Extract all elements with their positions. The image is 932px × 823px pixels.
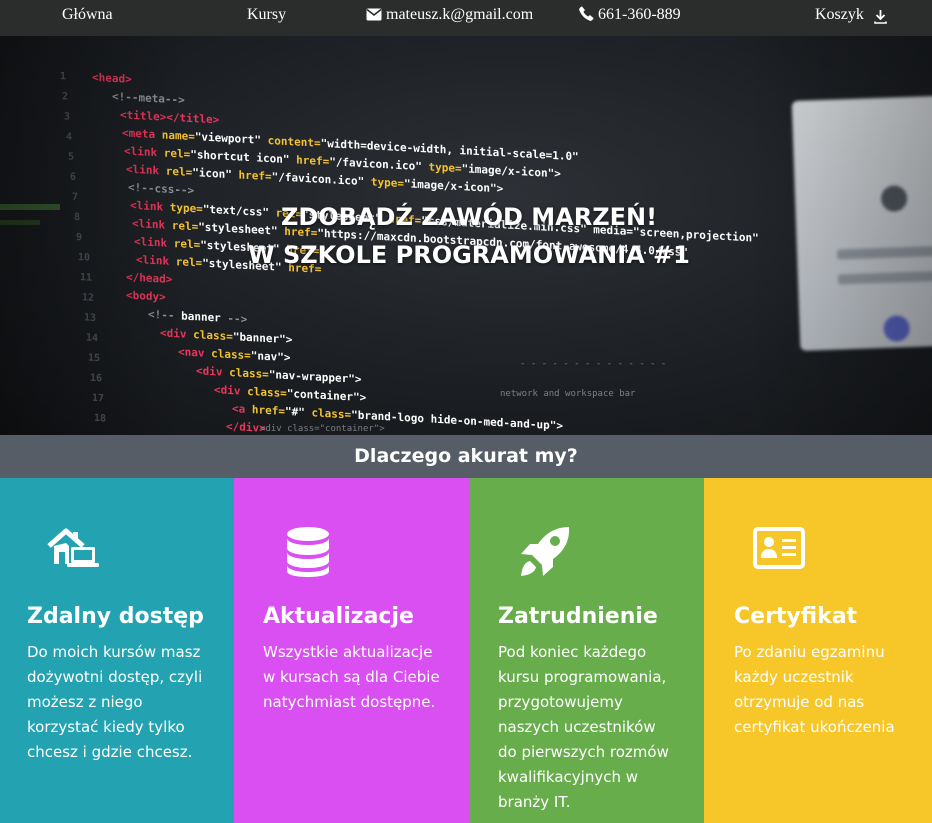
envelope-icon: [366, 8, 382, 21]
hero-title-line2: W SZKOLE PROGRAMOWANIA #1: [248, 241, 690, 269]
feature-description: Do moich kursów masz dożywotni dostęp, c…: [27, 643, 203, 761]
nav-link-phone[interactable]: 661-360-889: [579, 6, 681, 24]
download-icon: [874, 9, 887, 24]
feature-title: Aktualizacje: [263, 604, 414, 629]
feature-card-employment: Zatrudnienie Pod koniec każdego kursu pr…: [469, 478, 704, 823]
feature-description: Pod koniec każdego kursu programowania, …: [498, 643, 669, 811]
nav-link-courses[interactable]: Kursy: [247, 6, 286, 24]
nav-link-home[interactable]: Główna: [62, 6, 113, 24]
feature-title: Zdalny dostęp: [27, 604, 204, 629]
nav-courses-label: Kursy: [247, 6, 287, 23]
why-us-heading-text: Dlaczego akurat my?: [354, 445, 578, 467]
hero-banner: 123 456 789 101112 131415 161718 <head> …: [0, 36, 932, 435]
top-navigation: Główna Kursy mateusz.k@gmail.com 661-360…: [0, 0, 932, 36]
nav-cart-label: Koszyk: [815, 6, 864, 23]
nav-link-email[interactable]: mateusz.k@gmail.com: [366, 6, 533, 24]
feature-card-updates: Aktualizacje Wszystkie aktualizacje w ku…: [234, 478, 469, 823]
why-us-heading: Dlaczego akurat my?: [0, 435, 932, 478]
nav-link-cart[interactable]: Koszyk: [815, 6, 887, 24]
nav-home-label: Główna: [62, 6, 113, 23]
phone-icon: [579, 6, 594, 21]
feature-title: Certyfikat: [734, 604, 858, 629]
feature-description: Po zdaniu egzaminu każdy uczestnik otrzy…: [734, 643, 895, 736]
feature-card-certificate: Certyfikat Po zdaniu egzaminu każdy ucze…: [704, 478, 932, 823]
rocket-icon: [519, 526, 571, 584]
hero-title-line1: ZDOBĄDŹ ZAWÓD MARZEŃ!: [280, 203, 658, 231]
hero-title: ZDOBĄDŹ ZAWÓD MARZEŃ! W SZKOLE PROGRAMOW…: [0, 198, 932, 274]
nav-email-label: mateusz.k@gmail.com: [386, 6, 534, 23]
id-card-icon: [753, 526, 805, 574]
feature-card-remote-access: Zdalny dostęp Do moich kursów masz dożyw…: [0, 478, 234, 823]
nav-phone-label: 661-360-889: [598, 6, 681, 23]
home-laptop-icon: [47, 526, 99, 576]
feature-description: Wszystkie aktualizacje w kursach są dla …: [263, 643, 440, 711]
feature-title: Zatrudnienie: [498, 604, 658, 629]
database-icon: [285, 526, 331, 582]
